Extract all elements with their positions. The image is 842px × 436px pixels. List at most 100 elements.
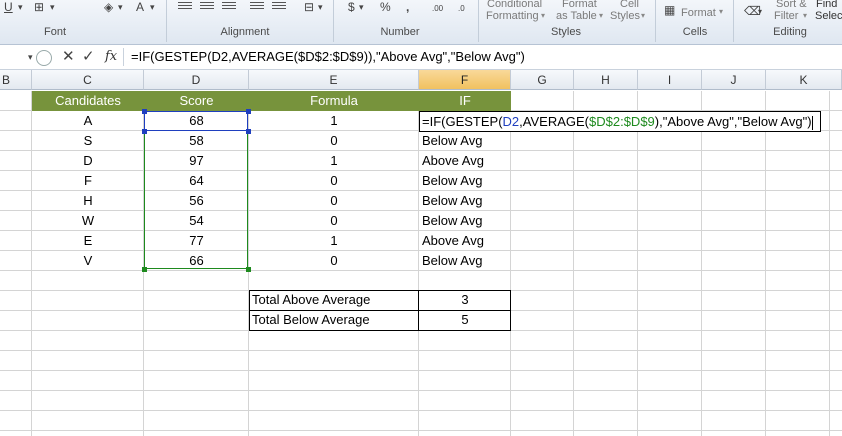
currency-button[interactable]: $	[348, 0, 355, 14]
conditional-formatting-dropdown-icon[interactable]: ▾	[541, 9, 545, 23]
merge-dropdown-icon[interactable]: ▾	[318, 0, 323, 14]
column-header-i[interactable]: I	[638, 70, 702, 90]
header-formula[interactable]: Formula	[249, 91, 419, 111]
formula-bar-resize-icon[interactable]	[36, 50, 52, 66]
find-select-line2[interactable]: Selec	[815, 10, 842, 22]
merge-center-icon[interactable]: ⊟	[304, 0, 314, 14]
format-as-table-line2[interactable]: as Table	[556, 10, 597, 22]
increase-indent-icon[interactable]	[272, 0, 286, 10]
range-handle[interactable]	[142, 267, 147, 272]
sort-filter-dropdown-icon[interactable]: ▾	[803, 9, 807, 23]
candidate-cell[interactable]: F	[32, 171, 144, 191]
decrease-decimal-button[interactable]: .0	[458, 2, 465, 16]
column-header-k[interactable]: K	[766, 70, 842, 90]
formula-cell[interactable]: 1	[249, 111, 419, 131]
underline-button[interactable]: U	[4, 0, 13, 14]
conditional-formatting-line1[interactable]: Conditional	[487, 0, 542, 10]
formula-cell[interactable]: 0	[249, 191, 419, 211]
candidate-cell[interactable]: A	[32, 111, 144, 131]
gridline	[0, 350, 842, 351]
cancel-icon[interactable]: ✕	[62, 47, 75, 65]
group-separator	[166, 0, 167, 42]
find-select-line1[interactable]: Find	[816, 0, 837, 10]
formula-cell[interactable]: 0	[249, 131, 419, 151]
insert-function-icon[interactable]: fx	[105, 49, 117, 64]
candidate-cell[interactable]: D	[32, 151, 144, 171]
candidate-cell[interactable]: E	[32, 231, 144, 251]
group-separator	[655, 0, 656, 42]
borders-dropdown-icon[interactable]: ▾	[50, 0, 55, 14]
total-below-label[interactable]: Total Below Average	[252, 310, 417, 330]
cell-styles-line2[interactable]: Styles	[610, 10, 640, 22]
formula-cell[interactable]: 0	[249, 251, 419, 271]
group-label-editing: Editing	[773, 26, 807, 38]
name-box-dropdown-icon[interactable]: ▾	[28, 52, 33, 63]
if-cell[interactable]: Above Avg	[422, 231, 510, 251]
borders-icon[interactable]: ⊞	[34, 0, 44, 14]
align-center-icon[interactable]	[200, 0, 214, 10]
sort-filter-line1[interactable]: Sort &	[776, 0, 807, 10]
column-header-e[interactable]: E	[249, 70, 419, 90]
format-dropdown-icon[interactable]: ▾	[719, 5, 723, 19]
candidate-cell[interactable]: W	[32, 211, 144, 231]
formula-cell[interactable]: 1	[249, 231, 419, 251]
font-color-button[interactable]: A	[136, 0, 144, 14]
if-cell[interactable]: Below Avg	[422, 171, 510, 191]
cell-styles-line1[interactable]: Cell	[620, 0, 639, 10]
range-handle[interactable]	[246, 267, 251, 272]
candidate-cell[interactable]: H	[32, 191, 144, 211]
formula-input[interactable]: =IF(GESTEP(D2,AVERAGE($D$2:$D$9)),"Above…	[131, 49, 525, 64]
header-candidates[interactable]: Candidates	[32, 91, 144, 111]
cell-styles-dropdown-icon[interactable]: ▾	[641, 9, 645, 23]
currency-dropdown-icon[interactable]: ▾	[359, 0, 364, 14]
format-as-table-dropdown-icon[interactable]: ▾	[599, 9, 603, 23]
if-cell[interactable]: Below Avg	[422, 251, 510, 271]
total-below-value[interactable]: 5	[419, 310, 511, 330]
fill-color-icon[interactable]: ◈	[104, 0, 113, 14]
cell-editor-f2[interactable]: =IF(GESTEP(D2,AVERAGE($D$2:$D$9),"Above …	[419, 111, 821, 132]
reference-handle[interactable]	[142, 109, 147, 114]
column-header-h[interactable]: H	[574, 70, 638, 90]
worksheet-grid[interactable]: Candidates Score Formula IF A 68 1 S 58 …	[0, 91, 842, 436]
reference-handle[interactable]	[246, 129, 251, 134]
formula-cell[interactable]: 1	[249, 151, 419, 171]
if-cell[interactable]: Above Avg	[422, 151, 510, 171]
clear-dropdown-icon[interactable]: ▾	[758, 5, 762, 19]
candidate-cell[interactable]: S	[32, 131, 144, 151]
underline-dropdown-icon[interactable]: ▾	[18, 0, 23, 14]
candidate-cell[interactable]: V	[32, 251, 144, 271]
if-cell[interactable]: Below Avg	[422, 191, 510, 211]
column-header-c[interactable]: C	[32, 70, 144, 90]
format-button[interactable]: Format	[681, 7, 716, 19]
reference-handle[interactable]	[142, 129, 147, 134]
format-cells-icon[interactable]: ▦	[664, 3, 675, 17]
fill-dropdown-icon[interactable]: ▾	[118, 0, 123, 14]
column-header-b[interactable]: B	[0, 70, 32, 90]
format-as-table-line1[interactable]: Format	[562, 0, 597, 10]
reference-handle[interactable]	[246, 109, 251, 114]
comma-button[interactable]: ,	[406, 0, 409, 14]
percent-button[interactable]: %	[380, 0, 391, 14]
column-header-d[interactable]: D	[144, 70, 249, 90]
total-above-value[interactable]: 3	[419, 290, 511, 310]
group-separator	[733, 0, 734, 42]
enter-check-icon[interactable]: ✓	[82, 47, 95, 65]
conditional-formatting-line2[interactable]: Formatting	[486, 10, 539, 22]
align-right-icon[interactable]	[222, 0, 236, 10]
decrease-indent-icon[interactable]	[250, 0, 264, 10]
header-score[interactable]: Score	[144, 91, 249, 111]
total-above-label[interactable]: Total Above Average	[252, 290, 417, 310]
align-left-icon[interactable]	[178, 0, 192, 10]
header-if[interactable]: IF	[419, 91, 511, 111]
formula-cell[interactable]: 0	[249, 171, 419, 191]
if-cell[interactable]: Below Avg	[422, 131, 510, 151]
formula-cell[interactable]: 0	[249, 211, 419, 231]
column-header-f[interactable]: F	[419, 70, 511, 90]
font-color-dropdown-icon[interactable]: ▾	[150, 0, 155, 14]
increase-decimal-button[interactable]: .00	[432, 2, 443, 16]
column-header-g[interactable]: G	[511, 70, 574, 90]
sort-filter-line2[interactable]: Filter	[774, 10, 798, 22]
column-header-j[interactable]: J	[702, 70, 766, 90]
group-label-alignment: Alignment	[220, 26, 270, 38]
if-cell[interactable]: Below Avg	[422, 211, 510, 231]
